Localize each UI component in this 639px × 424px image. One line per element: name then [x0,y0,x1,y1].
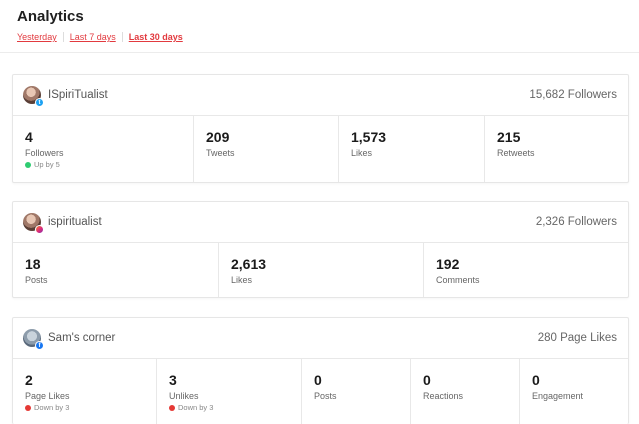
tab-last-30-days[interactable]: Last 30 days [129,32,183,42]
instagram-icon [35,225,44,234]
stat-label: Unlikes [169,391,199,401]
stat-value: 3 [169,372,177,388]
card-header: ispiritualist 2,326 Followers [13,202,628,243]
stat-value: 2 [25,372,33,388]
stat-value: 192 [436,256,460,272]
page-title: Analytics [17,8,84,25]
stat-tweets: 209 Tweets [194,116,339,182]
stats-row: 2 Page Likes Down by 3 3 Unlikes Down by… [13,359,628,424]
tab-divider [121,32,123,42]
stat-value: 1,573 [351,129,387,145]
stat-label: Retweets [497,148,535,158]
stat-label: Likes [351,148,373,158]
avatar: f [23,329,44,350]
followers-total: 2,326 Followers [535,216,617,228]
tab-last-7-days[interactable]: Last 7 days [70,32,116,42]
analytics-page: Analytics Yesterday Last 7 days Last 30 … [0,0,639,424]
stat-unlikes: 3 Unlikes Down by 3 [157,359,302,424]
stat-value: 0 [423,372,431,388]
stat-value: 4 [25,129,33,145]
tab-divider [62,32,64,42]
avatar: t [23,86,44,107]
delta-text: Up by 5 [34,160,60,169]
account-card-facebook: f Sam's corner 280 Page Likes 2 Page Lik… [12,317,629,424]
date-range-tabs: Yesterday Last 7 days Last 30 days [17,32,183,42]
card-header: f Sam's corner 280 Page Likes [13,318,628,359]
account-card-twitter: t ISpiriTualist 15,682 Followers 4 Follo… [12,74,629,183]
stat-label: Likes [231,275,253,285]
stat-reactions: 0 Reactions [411,359,520,424]
stat-engagement: 0 Engagement [520,359,628,424]
stat-posts: 0 Posts [302,359,411,424]
stat-label: Engagement [532,391,584,401]
stats-row: 18 Posts 2,613 Likes 192 Comments [13,243,628,297]
facebook-icon: f [35,341,44,350]
trend-down-icon [25,404,31,411]
stat-value: 0 [314,372,322,388]
account-card-instagram: ispiritualist 2,326 Followers 18 Posts 2… [12,201,629,298]
stats-row: 4 Followers Up by 5 209 Tweets 1,573 Lik… [13,116,628,182]
stat-likes: 1,573 Likes [339,116,485,182]
stat-followers: 4 Followers Up by 5 [13,116,194,182]
twitter-icon: t [35,98,44,107]
account-name: ispiritualist [48,216,102,228]
account-name: Sam's corner [48,332,116,344]
account-name: ISpiriTualist [48,89,108,101]
stat-delta: Down by 3 [169,403,301,412]
avatar [23,213,44,234]
trend-up-icon [25,161,31,168]
trend-down-icon [169,404,175,411]
card-header: t ISpiriTualist 15,682 Followers [13,75,628,116]
stat-label: Posts [314,391,337,401]
stat-value: 18 [25,256,41,272]
stat-label: Comments [436,275,480,285]
stat-value: 0 [532,372,540,388]
account-identity[interactable]: ispiritualist [23,213,102,234]
stat-value: 209 [206,129,230,145]
stat-likes: 2,613 Likes [219,243,424,297]
stat-value: 215 [497,129,521,145]
page-header: Analytics Yesterday Last 7 days Last 30 … [17,8,183,42]
stat-label: Page Likes [25,391,70,401]
header-divider [0,52,639,53]
stat-value: 2,613 [231,256,267,272]
page-likes-total: 280 Page Likes [537,332,617,344]
stat-label: Posts [25,275,48,285]
stat-page-likes: 2 Page Likes Down by 3 [13,359,157,424]
stat-comments: 192 Comments [424,243,628,297]
delta-text: Down by 3 [34,403,70,412]
stat-label: Tweets [206,148,235,158]
account-identity[interactable]: t ISpiriTualist [23,86,108,107]
followers-total: 15,682 Followers [529,89,617,101]
account-identity[interactable]: f Sam's corner [23,329,116,350]
stat-label: Followers [25,148,64,158]
stat-posts: 18 Posts [13,243,219,297]
stat-delta: Up by 5 [25,160,193,169]
stat-delta: Down by 3 [25,403,156,412]
stat-retweets: 215 Retweets [485,116,628,182]
tab-yesterday[interactable]: Yesterday [17,32,57,42]
delta-text: Down by 3 [178,403,214,412]
stat-label: Reactions [423,391,464,401]
